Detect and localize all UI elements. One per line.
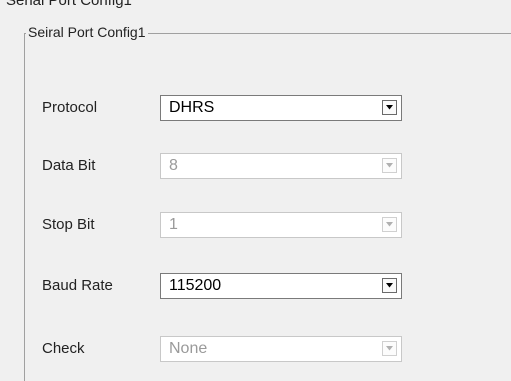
baud-rate-label: Baud Rate [42, 277, 113, 294]
baud-rate-value: 115200 [169, 277, 222, 294]
group-box-legend: Seiral Port Config1 [26, 24, 148, 40]
data-bit-select[interactable]: 8 [160, 153, 402, 179]
header-partial: Serial Port Config1 [0, 0, 511, 13]
chevron-down-icon[interactable] [382, 100, 397, 115]
header-partial-text: Serial Port Config1 [6, 0, 132, 9]
stop-bit-select[interactable]: 1 [160, 212, 402, 238]
protocol-label: Protocol [42, 99, 98, 116]
check-select[interactable]: None [160, 336, 402, 362]
chevron-down-icon[interactable] [382, 158, 397, 173]
baud-rate-select[interactable]: 115200 [160, 273, 402, 299]
chevron-down-icon[interactable] [382, 341, 397, 356]
chevron-down-icon[interactable] [382, 278, 397, 293]
data-bit-label: Data Bit [42, 157, 96, 174]
stop-bit-value: 1 [169, 216, 178, 233]
stop-bit-label: Stop Bit [42, 216, 95, 233]
chevron-down-icon[interactable] [382, 217, 397, 232]
group-box-border-left [24, 33, 25, 381]
protocol-value: DHRS [169, 99, 215, 116]
protocol-select[interactable]: DHRS [160, 95, 402, 121]
check-value: None [169, 340, 208, 357]
check-label: Check [42, 340, 85, 357]
data-bit-value: 8 [169, 157, 178, 174]
